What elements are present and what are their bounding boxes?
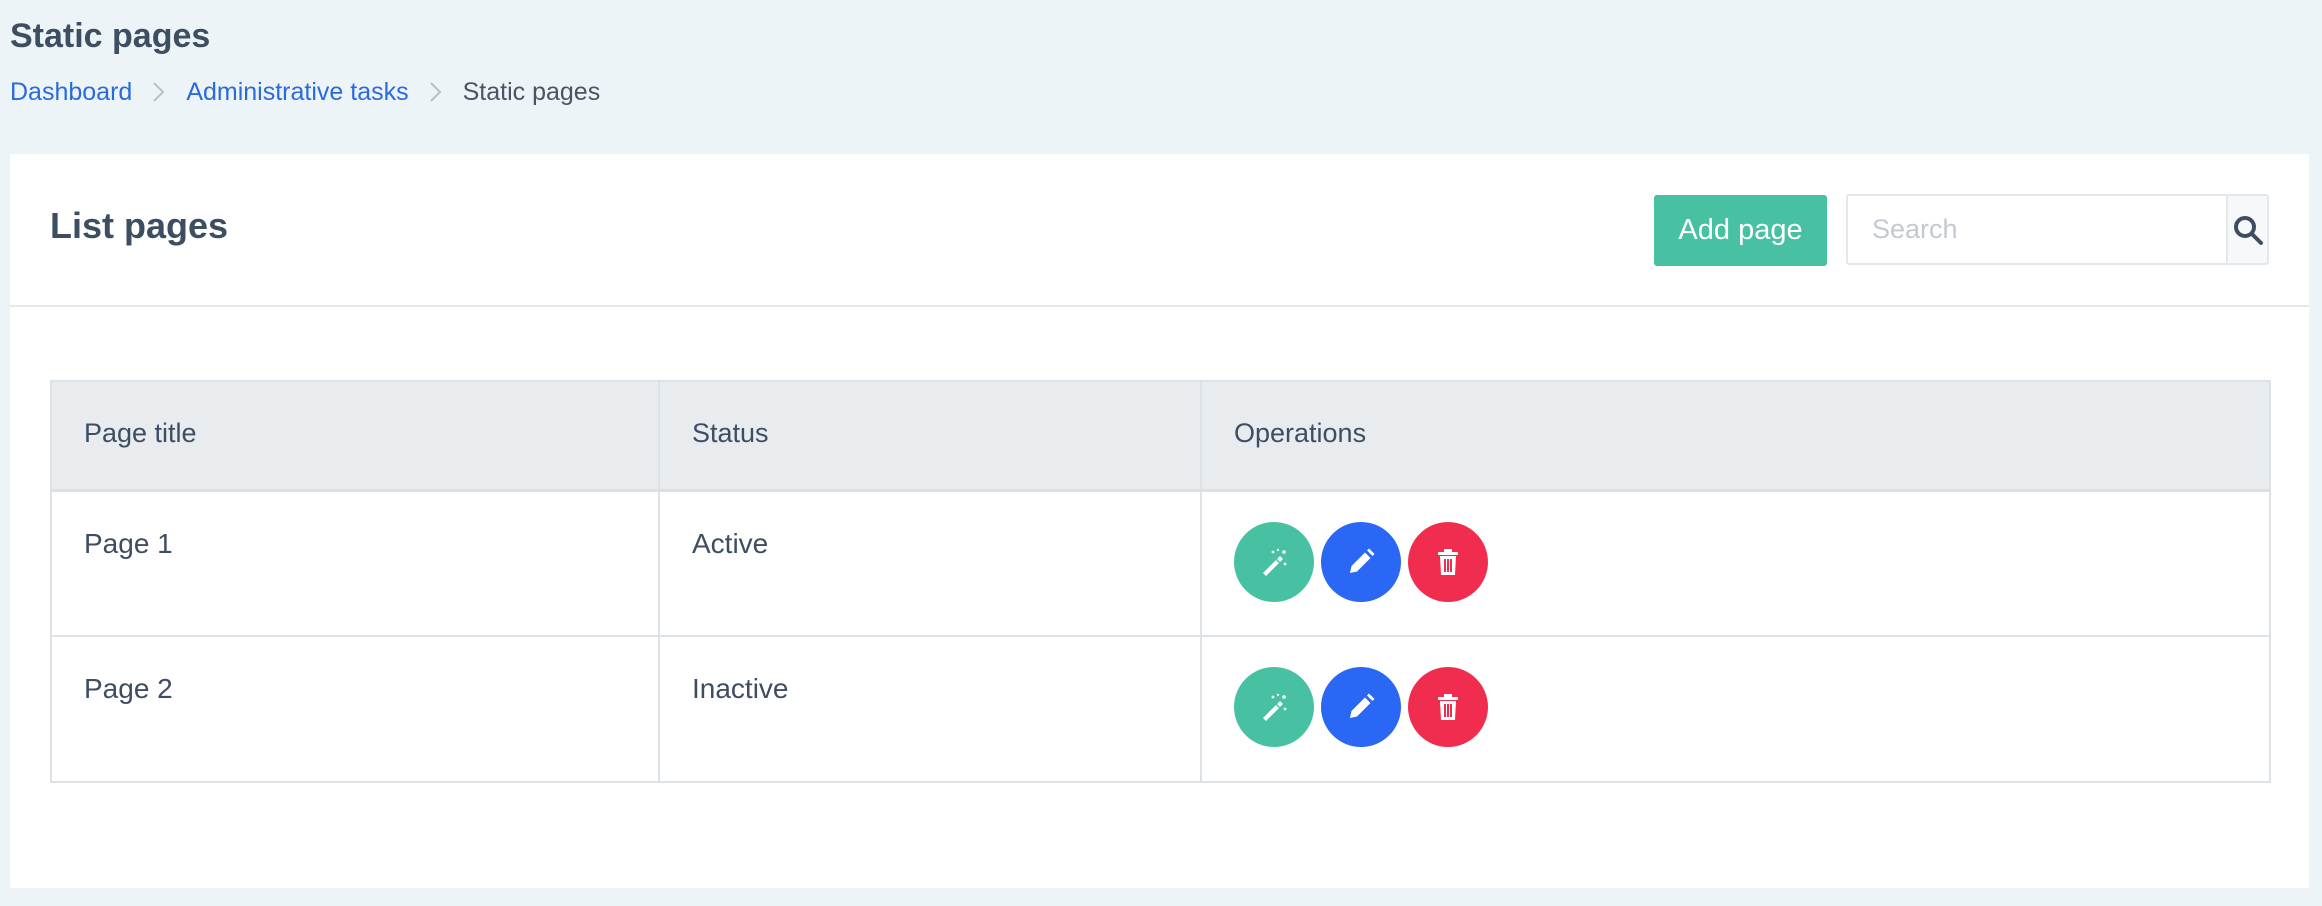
page-title-cell: Page 2 <box>50 635 660 783</box>
operations-cell <box>1200 489 2271 637</box>
breadcrumb-current: Static pages <box>462 78 601 106</box>
trash-icon <box>1438 694 1458 720</box>
operations-cell <box>1200 635 2271 783</box>
card-header: List pages Add page <box>10 154 2309 307</box>
column-header-status: Status <box>658 380 1202 492</box>
delete-button[interactable] <box>1408 521 1488 602</box>
card-title: List pages <box>50 205 229 246</box>
page-title: Static pages <box>10 17 211 55</box>
operations-group <box>1234 667 2269 747</box>
pages-table-wrap: Page title Status Operations Page 1 Acti… <box>50 380 2271 783</box>
list-pages-card: List pages Add page Page title Status Op… <box>10 154 2309 888</box>
trash-icon <box>1438 548 1458 575</box>
add-page-button[interactable]: Add page <box>1654 195 1827 266</box>
status-cell: Inactive <box>658 635 1202 783</box>
breadcrumb-administrative-tasks[interactable]: Administrative tasks <box>186 76 408 108</box>
preview-button[interactable] <box>1234 521 1314 602</box>
status-cell: Active <box>658 489 1202 637</box>
pencil-icon <box>1350 548 1375 573</box>
edit-button[interactable] <box>1321 521 1401 602</box>
column-header-page-title: Page title <box>50 380 660 492</box>
edit-button[interactable] <box>1321 667 1401 747</box>
table-row: Page 1 Active <box>50 489 2271 637</box>
search-button[interactable] <box>2226 196 2267 263</box>
table-row: Page 2 Inactive <box>50 635 2271 783</box>
search-group <box>1846 194 2269 265</box>
table-header-row: Page title Status Operations <box>50 380 2271 492</box>
search-input[interactable] <box>1848 196 2226 263</box>
breadcrumb-dashboard[interactable]: Dashboard <box>10 76 132 108</box>
preview-button[interactable] <box>1234 667 1314 747</box>
search-icon <box>2233 215 2263 245</box>
page-title-cell: Page 1 <box>50 489 660 637</box>
pencil-icon <box>1350 693 1375 718</box>
operations-group <box>1234 521 2269 602</box>
page-header: Static pages Dashboard Administrative ta… <box>10 14 600 108</box>
column-header-operations: Operations <box>1200 380 2271 492</box>
delete-button[interactable] <box>1408 667 1488 747</box>
chevron-right-icon <box>409 81 463 103</box>
magic-wand-icon <box>1263 548 1287 576</box>
magic-wand-icon <box>1263 693 1287 721</box>
breadcrumb: Dashboard Administrative tasks Static pa… <box>10 76 600 108</box>
pages-table: Page title Status Operations Page 1 Acti… <box>50 380 2271 783</box>
chevron-right-icon <box>132 81 186 103</box>
